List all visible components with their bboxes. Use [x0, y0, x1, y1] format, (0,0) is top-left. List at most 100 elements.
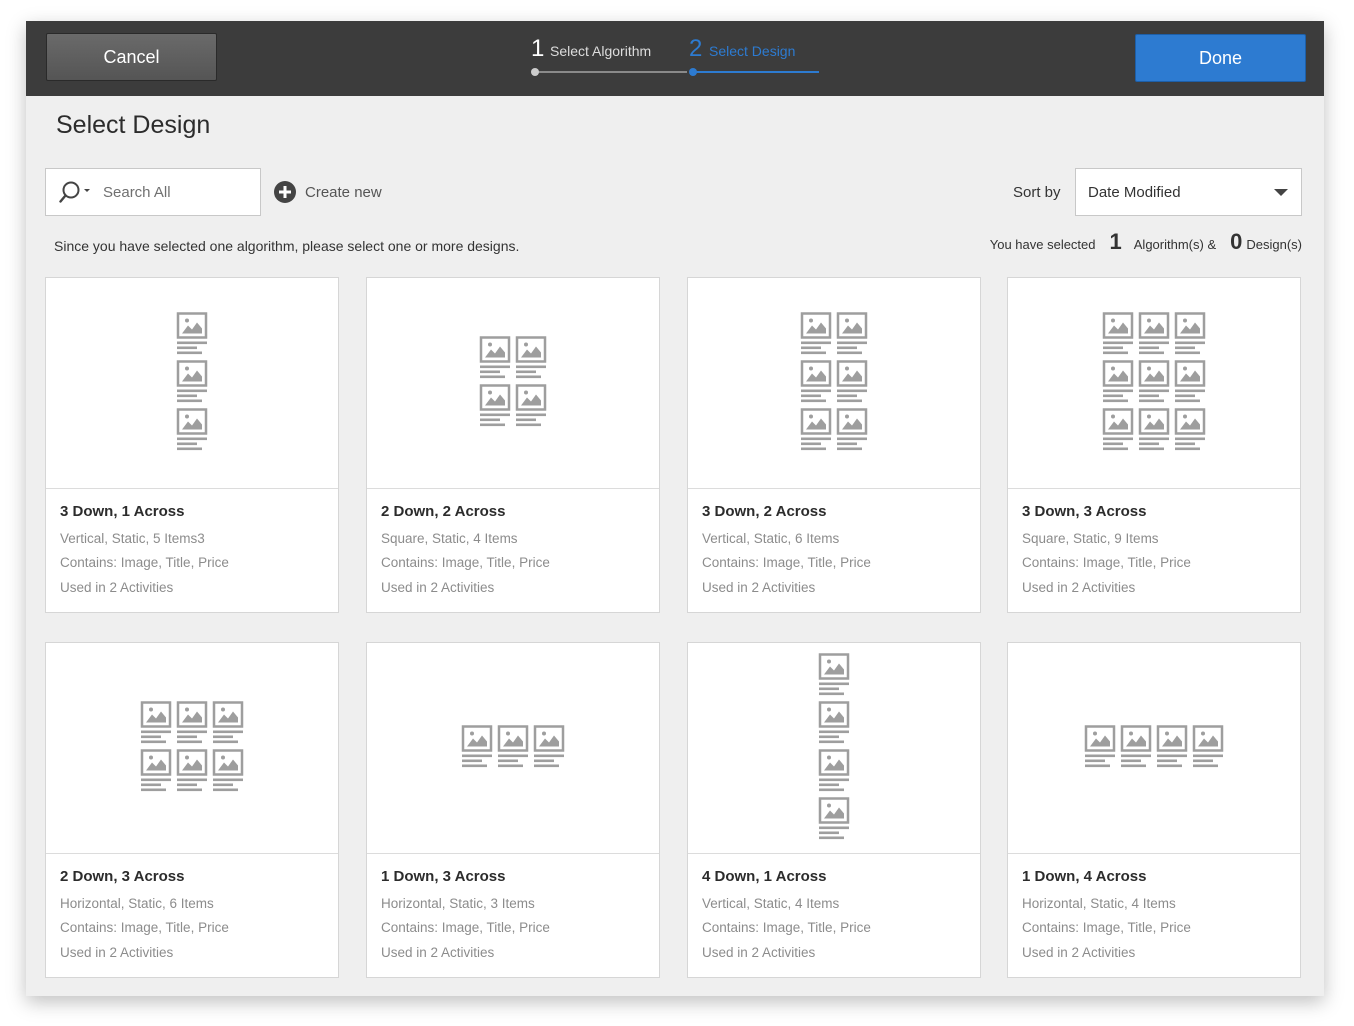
design-meta: Horizontal, Static, 3 Items — [381, 896, 535, 911]
design-title: 2 Down, 3 Across — [60, 868, 185, 885]
step-select-design[interactable]: 2 Select Design — [689, 35, 829, 85]
tile-glyph — [1174, 312, 1206, 355]
design-title: 3 Down, 2 Across — [702, 503, 827, 520]
design-card[interactable]: 1 Down, 4 Across Horizontal, Static, 4 I… — [1007, 642, 1301, 978]
tile-glyph — [176, 312, 208, 355]
sort-value: Date Modified — [1088, 184, 1181, 201]
tile-glyph — [1102, 312, 1134, 355]
done-button[interactable]: Done — [1135, 34, 1306, 82]
step-number: 2 — [689, 35, 703, 62]
layout-preview-icon — [818, 653, 850, 840]
design-title: 3 Down, 3 Across — [1022, 503, 1147, 520]
tile-glyph — [497, 725, 529, 768]
selection-summary: You have selected 1 Algorithm(s) & 0 Des… — [990, 229, 1302, 257]
design-contents: Contains: Image, Title, Price — [1022, 555, 1191, 570]
step-select-algorithm[interactable]: 1 Select Algorithm — [531, 35, 687, 85]
step-progress-line — [535, 71, 687, 73]
tile-glyph — [1120, 725, 1152, 768]
tile-glyph — [818, 653, 850, 696]
top-bar: Cancel 1 Select Algorithm 2 Select Desig… — [26, 21, 1324, 96]
design-card[interactable]: 3 Down, 1 Across Vertical, Static, 5 Ite… — [45, 277, 339, 613]
design-usage: Used in 2 Activities — [702, 945, 816, 960]
design-meta: Vertical, Static, 4 Items — [702, 896, 840, 911]
layout-preview-icon — [176, 312, 208, 451]
design-preview — [367, 643, 659, 854]
tile-glyph — [836, 408, 868, 451]
tile-glyph — [176, 360, 208, 403]
tile-glyph — [1138, 408, 1170, 451]
tile-glyph — [533, 725, 565, 768]
design-meta: Square, Static, 4 Items — [381, 531, 518, 546]
design-card[interactable]: 2 Down, 2 Across Square, Static, 4 Items… — [366, 277, 660, 613]
layout-preview-icon — [461, 725, 565, 768]
design-title: 4 Down, 1 Across — [702, 868, 827, 885]
step-indicator: 1 Select Algorithm 2 Select Design — [531, 35, 831, 85]
tile-glyph — [836, 360, 868, 403]
search-input[interactable]: Search All — [45, 168, 261, 216]
design-title: 1 Down, 4 Across — [1022, 868, 1147, 885]
tile-glyph — [479, 384, 511, 427]
design-card[interactable]: 1 Down, 3 Across Horizontal, Static, 3 I… — [366, 642, 660, 978]
design-card[interactable]: 3 Down, 3 Across Square, Static, 9 Items… — [1007, 277, 1301, 613]
tile-glyph — [140, 701, 172, 744]
tile-glyph — [818, 701, 850, 744]
design-meta: Horizontal, Static, 4 Items — [1022, 896, 1176, 911]
step-label: Select Algorithm — [550, 43, 652, 59]
sort-dropdown[interactable]: Date Modified — [1075, 168, 1302, 216]
tile-glyph — [176, 701, 208, 744]
tile-glyph — [818, 797, 850, 840]
sort-label: Sort by — [1013, 184, 1061, 201]
chevron-down-icon — [1274, 189, 1288, 196]
design-meta: Horizontal, Static, 6 Items — [60, 896, 214, 911]
design-preview — [46, 278, 338, 489]
layout-preview-icon — [800, 312, 868, 451]
design-meta: Vertical, Static, 5 Items3 — [60, 531, 205, 546]
search-placeholder: Search All — [103, 184, 171, 201]
design-preview — [367, 278, 659, 489]
design-card[interactable]: 3 Down, 2 Across Vertical, Static, 6 Ite… — [687, 277, 981, 613]
plus-circle-icon — [274, 181, 296, 203]
step-dot — [531, 68, 539, 76]
design-contents: Contains: Image, Title, Price — [702, 920, 871, 935]
design-preview — [688, 643, 980, 854]
selection-prefix: You have selected — [989, 237, 1096, 252]
layout-preview-icon — [1102, 312, 1206, 451]
tile-glyph — [1192, 725, 1224, 768]
step-label: Select Design — [709, 43, 796, 59]
tile-glyph — [212, 701, 244, 744]
tile-glyph — [461, 725, 493, 768]
design-usage: Used in 2 Activities — [1022, 945, 1136, 960]
cancel-button[interactable]: Cancel — [46, 33, 217, 81]
tile-glyph — [1174, 408, 1206, 451]
tile-glyph — [1138, 360, 1170, 403]
tile-glyph — [818, 749, 850, 792]
tile-glyph — [836, 312, 868, 355]
layout-preview-icon — [479, 336, 547, 427]
design-usage: Used in 2 Activities — [381, 580, 495, 595]
tile-glyph — [1102, 360, 1134, 403]
design-title: 2 Down, 2 Across — [381, 503, 506, 520]
tile-glyph — [479, 336, 511, 379]
design-contents: Contains: Image, Title, Price — [381, 920, 550, 935]
design-meta: Square, Static, 9 Items — [1022, 531, 1159, 546]
design-card[interactable]: 2 Down, 3 Across Horizontal, Static, 6 I… — [45, 642, 339, 978]
step-number: 1 — [531, 35, 545, 62]
tile-glyph — [515, 384, 547, 427]
instruction-text: Since you have selected one algorithm, p… — [54, 238, 520, 254]
tile-glyph — [1138, 312, 1170, 355]
design-contents: Contains: Image, Title, Price — [60, 555, 229, 570]
design-usage: Used in 2 Activities — [60, 945, 174, 960]
design-usage: Used in 2 Activities — [381, 945, 495, 960]
tile-glyph — [800, 360, 832, 403]
algorithm-count: 1 — [1109, 229, 1122, 254]
design-card[interactable]: 4 Down, 1 Across Vertical, Static, 4 Ite… — [687, 642, 981, 978]
layout-preview-icon — [140, 701, 244, 792]
design-usage: Used in 2 Activities — [702, 580, 816, 595]
design-usage: Used in 2 Activities — [60, 580, 174, 595]
design-usage: Used in 2 Activities — [1022, 580, 1136, 595]
layout-preview-icon — [1084, 725, 1224, 768]
design-contents: Contains: Image, Title, Price — [1022, 920, 1191, 935]
search-icon[interactable] — [59, 180, 91, 206]
tile-glyph — [800, 312, 832, 355]
design-preview — [46, 643, 338, 854]
